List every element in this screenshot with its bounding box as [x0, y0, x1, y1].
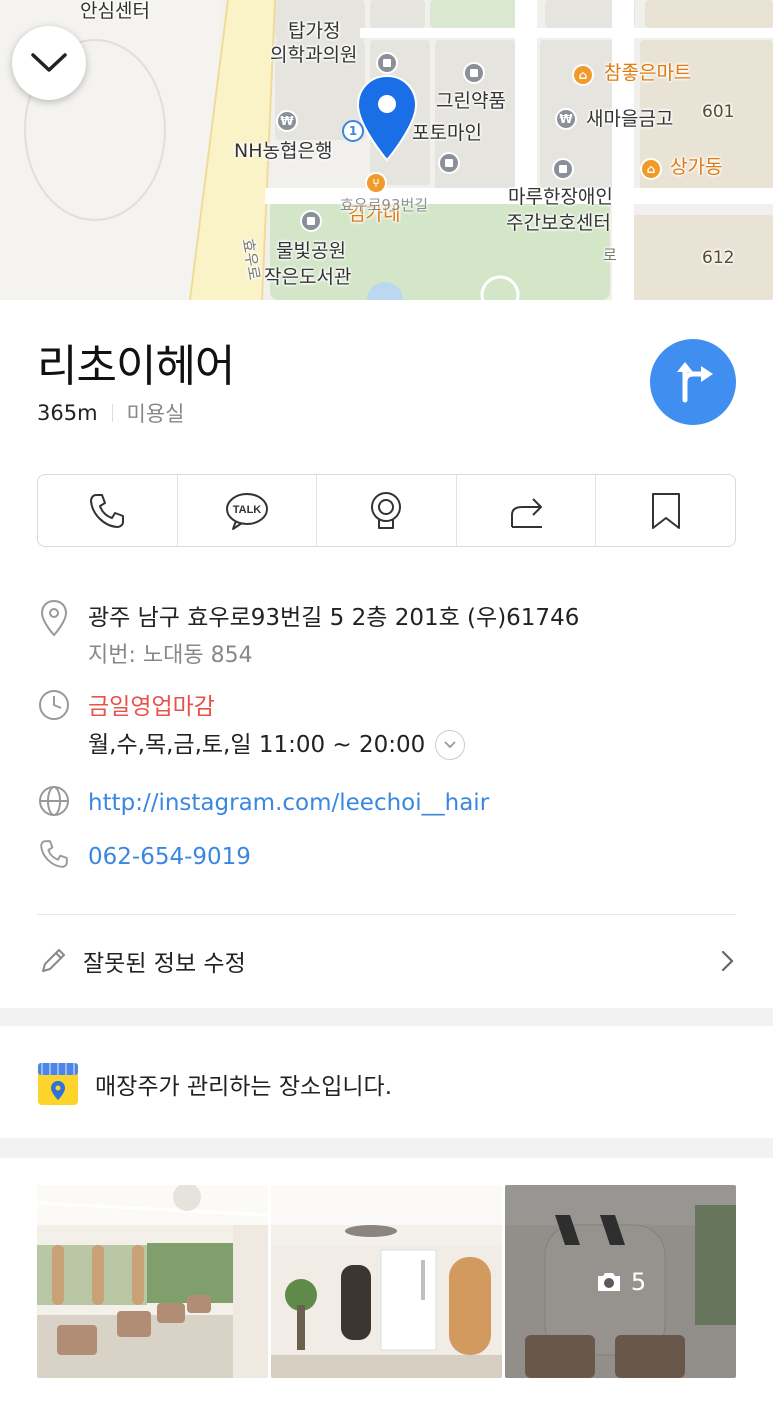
- map-label-612: 612: [702, 248, 735, 268]
- library-poi-icon[interactable]: [300, 210, 322, 232]
- website-link[interactable]: http://instagram.com/leechoi__hair: [88, 784, 489, 822]
- bookmark-icon: [651, 492, 680, 529]
- divider: [37, 914, 736, 915]
- map-label-photo-main: 포토마인: [412, 122, 482, 144]
- hours-expand[interactable]: 월,수,목,금,토,일 11:00 ~ 20:00: [88, 726, 466, 764]
- phone-icon: [37, 838, 71, 872]
- roadview-button[interactable]: [317, 475, 457, 546]
- website-row: http://instagram.com/leechoi__hair: [37, 784, 489, 822]
- location-pin-icon[interactable]: [356, 74, 418, 166]
- svg-text:TALK: TALK: [233, 504, 262, 516]
- jibun-text: 지번: 노대동 854: [88, 643, 253, 668]
- map-label-park-2: 작은도서관: [264, 266, 352, 288]
- map-label-601: 601: [702, 102, 735, 122]
- owner-managed-notice: 매장주가 관리하는 장소입니다.: [37, 1062, 392, 1106]
- share-icon: [511, 497, 543, 528]
- map-label-nh-bank: NH농협은행: [234, 140, 333, 162]
- pharmacy-poi-icon[interactable]: [463, 62, 485, 84]
- map-label-clinic: 의학과의원: [270, 44, 358, 66]
- map-view[interactable]: 안심센터 탑가정 의학과의원 그린약품 포토마인 ₩ NH농협은행 1 ⑂ 김가…: [0, 0, 773, 300]
- edit-info-button[interactable]: 잘못된 정보 수정: [37, 940, 736, 982]
- clock-icon: [37, 688, 71, 722]
- location-icon: [37, 599, 71, 637]
- shop-poi-icon[interactable]: ⌂: [640, 158, 662, 180]
- directions-icon: [677, 362, 713, 403]
- directions-button[interactable]: [650, 339, 736, 425]
- photo-thumbnail[interactable]: [271, 1185, 502, 1378]
- map-label-safety-center: 안심센터: [80, 0, 150, 22]
- action-bar: TALK: [37, 474, 736, 547]
- phone-icon: [90, 493, 125, 528]
- address-text[interactable]: 광주 남구 효우로93번길 5 2층 201호 (우)61746: [88, 599, 579, 637]
- section-gap: [0, 1008, 773, 1026]
- camera-icon: [597, 1272, 620, 1291]
- photo-more-thumbnail[interactable]: 5: [505, 1185, 736, 1378]
- bank-poi-icon[interactable]: ₩: [276, 110, 298, 132]
- chevron-right-icon: [721, 950, 734, 972]
- map-label-green-pharmacy: 그린약품: [436, 90, 506, 112]
- hours-row: 금일영업마감 월,수,목,금,토,일 11:00 ~ 20:00: [37, 688, 466, 764]
- map-label-road-93: 효우로93번길: [340, 196, 429, 214]
- talk-icon: TALK: [225, 492, 268, 530]
- pencil-icon: [42, 949, 65, 972]
- photo-gallery: 5: [37, 1185, 736, 1378]
- chevron-down-icon: [31, 53, 67, 72]
- store-owner-icon: [38, 1063, 78, 1105]
- clinic-poi-icon[interactable]: [376, 52, 398, 74]
- save-button[interactable]: [596, 475, 735, 546]
- divider: [111, 404, 113, 422]
- place-subline: 365m 미용실: [37, 398, 185, 428]
- edit-info-label: 잘못된 정보 수정: [83, 951, 246, 977]
- map-label-saemaeul: 새마을금고: [586, 108, 674, 130]
- saemaeul-poi-icon[interactable]: ₩: [555, 108, 577, 130]
- map-label-tapgajeong: 탑가정: [288, 20, 341, 42]
- call-button[interactable]: [38, 475, 178, 546]
- phone-row: 062-654-9019: [37, 838, 251, 876]
- business-status: 금일영업마감: [88, 694, 215, 720]
- share-button[interactable]: [457, 475, 597, 546]
- photo-poi-icon[interactable]: [438, 152, 460, 174]
- photo-count-overlay: 5: [505, 1185, 736, 1378]
- place-title: 리초이헤어: [37, 341, 235, 392]
- mart-poi-icon[interactable]: ⌂: [572, 64, 594, 86]
- map-label-daycare-2: 주간보호센터: [506, 212, 611, 234]
- address-row: 광주 남구 효우로93번길 5 2층 201호 (우)61746 지번: 노대동…: [37, 599, 579, 675]
- restaurant-poi-icon[interactable]: ⑂: [365, 172, 387, 194]
- owner-notice-text: 매장주가 관리하는 장소입니다.: [95, 1074, 393, 1100]
- talk-button[interactable]: TALK: [178, 475, 318, 546]
- daycare-poi-icon[interactable]: [552, 158, 574, 180]
- map-label-daycare-1: 마루한장애인: [508, 186, 613, 208]
- place-category: 미용실: [126, 402, 185, 426]
- photo-thumbnail[interactable]: [37, 1185, 268, 1378]
- hours-text: 월,수,목,금,토,일 11:00 ~ 20:00: [88, 732, 426, 758]
- collapse-map-button[interactable]: [12, 26, 86, 100]
- roadview-icon: [371, 491, 402, 529]
- map-label-sangga: 상가동: [670, 156, 723, 178]
- section-gap: [0, 1138, 773, 1158]
- phone-link[interactable]: 062-654-9019: [88, 838, 251, 876]
- globe-icon: [37, 784, 71, 818]
- photo-count: 5: [630, 1267, 647, 1296]
- map-label-park-1: 물빛공원: [276, 240, 346, 262]
- map-label-mart: 참좋은마트: [604, 62, 692, 84]
- chevron-down-icon[interactable]: [435, 730, 466, 760]
- map-label-road-right: 로: [603, 246, 617, 264]
- place-distance: 365m: [37, 401, 98, 425]
